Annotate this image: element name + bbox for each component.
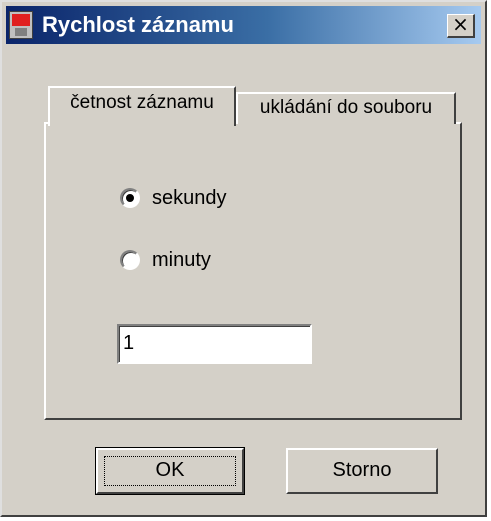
close-icon: × — [452, 12, 469, 36]
radio-option-minuty[interactable]: minuty — [120, 248, 211, 272]
tab-ukladani-do-souboru[interactable]: ukládání do souboru — [236, 92, 456, 124]
radio-button-minuty[interactable] — [120, 250, 140, 270]
tab-label: ukládání do souboru — [259, 97, 433, 118]
ok-button[interactable]: OK — [95, 447, 245, 495]
radio-label-sekundy: sekundy — [152, 186, 227, 209]
radio-selected-dot — [126, 194, 134, 202]
app-icon-red-part — [12, 14, 30, 26]
window-title: Rychlost záznamu — [42, 12, 234, 37]
close-button[interactable]: × — [447, 14, 475, 38]
ok-button-label: OK — [155, 459, 185, 481]
cancel-button[interactable]: Storno — [286, 448, 438, 494]
tab-panel — [44, 122, 462, 420]
radio-label-minuty: minuty — [152, 248, 211, 271]
value-input[interactable]: 1 — [117, 324, 312, 364]
tab-cetnost-zaznamu[interactable]: četnost záznamu — [48, 86, 236, 126]
radio-button-sekundy[interactable] — [120, 188, 140, 208]
dialog-window: Rychlost záznamu × četnost záznamu uklád… — [0, 0, 487, 517]
title-bar[interactable]: Rychlost záznamu × — [6, 6, 481, 44]
cancel-button-label: Storno — [332, 459, 392, 481]
app-icon[interactable] — [9, 11, 33, 39]
radio-option-sekundy[interactable]: sekundy — [120, 186, 227, 210]
tab-label: četnost záznamu — [70, 92, 214, 113]
app-icon-grey-part — [15, 28, 27, 36]
